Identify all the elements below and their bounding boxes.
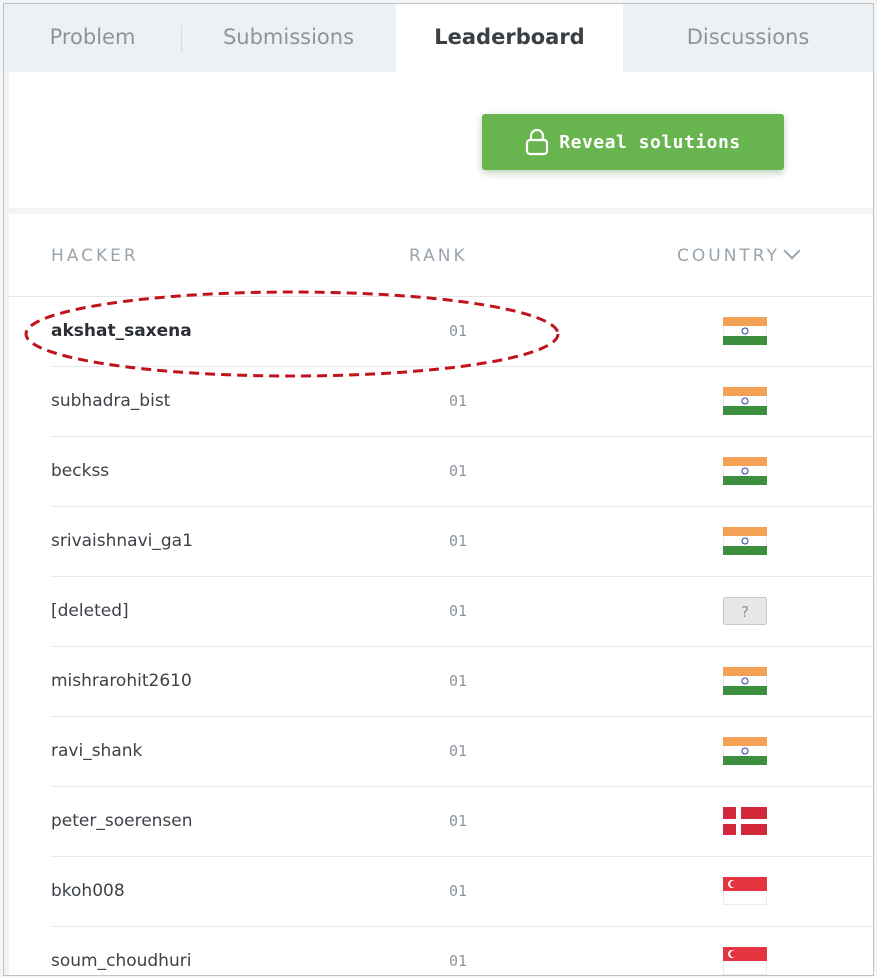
country-header-label: COUNTRY <box>677 246 780 266</box>
hacker-name[interactable]: subhadra_bist <box>51 367 170 436</box>
leaderboard-panel: Problem Submissions Leaderboard Discussi… <box>3 3 874 976</box>
tab-submissions[interactable]: Submissions <box>182 4 395 72</box>
reveal-solutions-label: Reveal solutions <box>559 131 741 153</box>
hacker-name[interactable]: beckss <box>51 437 109 506</box>
rank-value: 01 <box>449 952 468 970</box>
tab-discussions[interactable]: Discussions <box>623 4 873 72</box>
column-header-rank: RANK <box>409 246 468 266</box>
column-header-hacker: HACKER <box>51 246 139 266</box>
hacker-name[interactable]: peter_soerensen <box>51 787 193 856</box>
rank-value: 01 <box>449 602 468 620</box>
india-flag-icon <box>723 457 767 485</box>
rank-value: 01 <box>449 392 468 410</box>
tab-problem[interactable]: Problem <box>4 4 181 72</box>
india-flag-icon <box>723 667 767 695</box>
table-header: HACKER RANK COUNTRY <box>9 214 873 297</box>
unknown-flag-icon: ? <box>723 597 767 625</box>
table-row: srivaishnavi_ga1 01 <box>51 507 873 577</box>
rank-value: 01 <box>449 462 468 480</box>
rank-value: 01 <box>449 742 468 760</box>
chevron-down-icon <box>783 242 801 260</box>
rank-value: 01 <box>449 532 468 550</box>
india-flag-icon <box>723 317 767 345</box>
singapore-flag-icon <box>723 877 767 905</box>
hacker-name[interactable]: mishrarohit2610 <box>51 647 192 716</box>
reveal-solutions-button[interactable]: Reveal solutions <box>482 114 784 170</box>
svg-text:?: ? <box>741 603 749 621</box>
india-flag-icon <box>723 737 767 765</box>
rank-value: 01 <box>449 812 468 830</box>
hacker-name[interactable]: ravi_shank <box>51 717 142 786</box>
hacker-name[interactable]: srivaishnavi_ga1 <box>51 507 193 576</box>
india-flag-icon <box>723 527 767 555</box>
leaderboard-rows: akshat_saxena 01 subhadra_bist 01 beckss <box>9 297 873 975</box>
denmark-flag-icon <box>723 807 767 835</box>
table-row: mishrarohit2610 01 <box>51 647 873 717</box>
table-row: [deleted] 01 ? <box>51 577 873 647</box>
toolbar: Reveal solutions <box>9 72 873 214</box>
table-row: soum_choudhuri 01 <box>51 927 873 975</box>
hacker-name[interactable]: akshat_saxena <box>51 297 192 366</box>
rank-value: 01 <box>449 322 468 340</box>
tab-bar: Problem Submissions Leaderboard Discussi… <box>4 4 873 74</box>
table-row: akshat_saxena 01 <box>51 297 873 367</box>
singapore-flag-icon <box>723 947 767 975</box>
hacker-name[interactable]: [deleted] <box>51 577 129 646</box>
hacker-name[interactable]: soum_choudhuri <box>51 927 191 975</box>
table-row: peter_soerensen 01 <box>51 787 873 857</box>
column-header-country[interactable]: COUNTRY <box>677 242 801 266</box>
rank-value: 01 <box>449 672 468 690</box>
table-row: beckss 01 <box>51 437 873 507</box>
table-row: ravi_shank 01 <box>51 717 873 787</box>
hacker-name[interactable]: bkoh008 <box>51 857 125 926</box>
tab-leaderboard[interactable]: Leaderboard <box>396 4 623 74</box>
lock-icon <box>526 128 549 156</box>
table-row: bkoh008 01 <box>51 857 873 927</box>
india-flag-icon <box>723 387 767 415</box>
table-row: subhadra_bist 01 <box>51 367 873 437</box>
rank-value: 01 <box>449 882 468 900</box>
